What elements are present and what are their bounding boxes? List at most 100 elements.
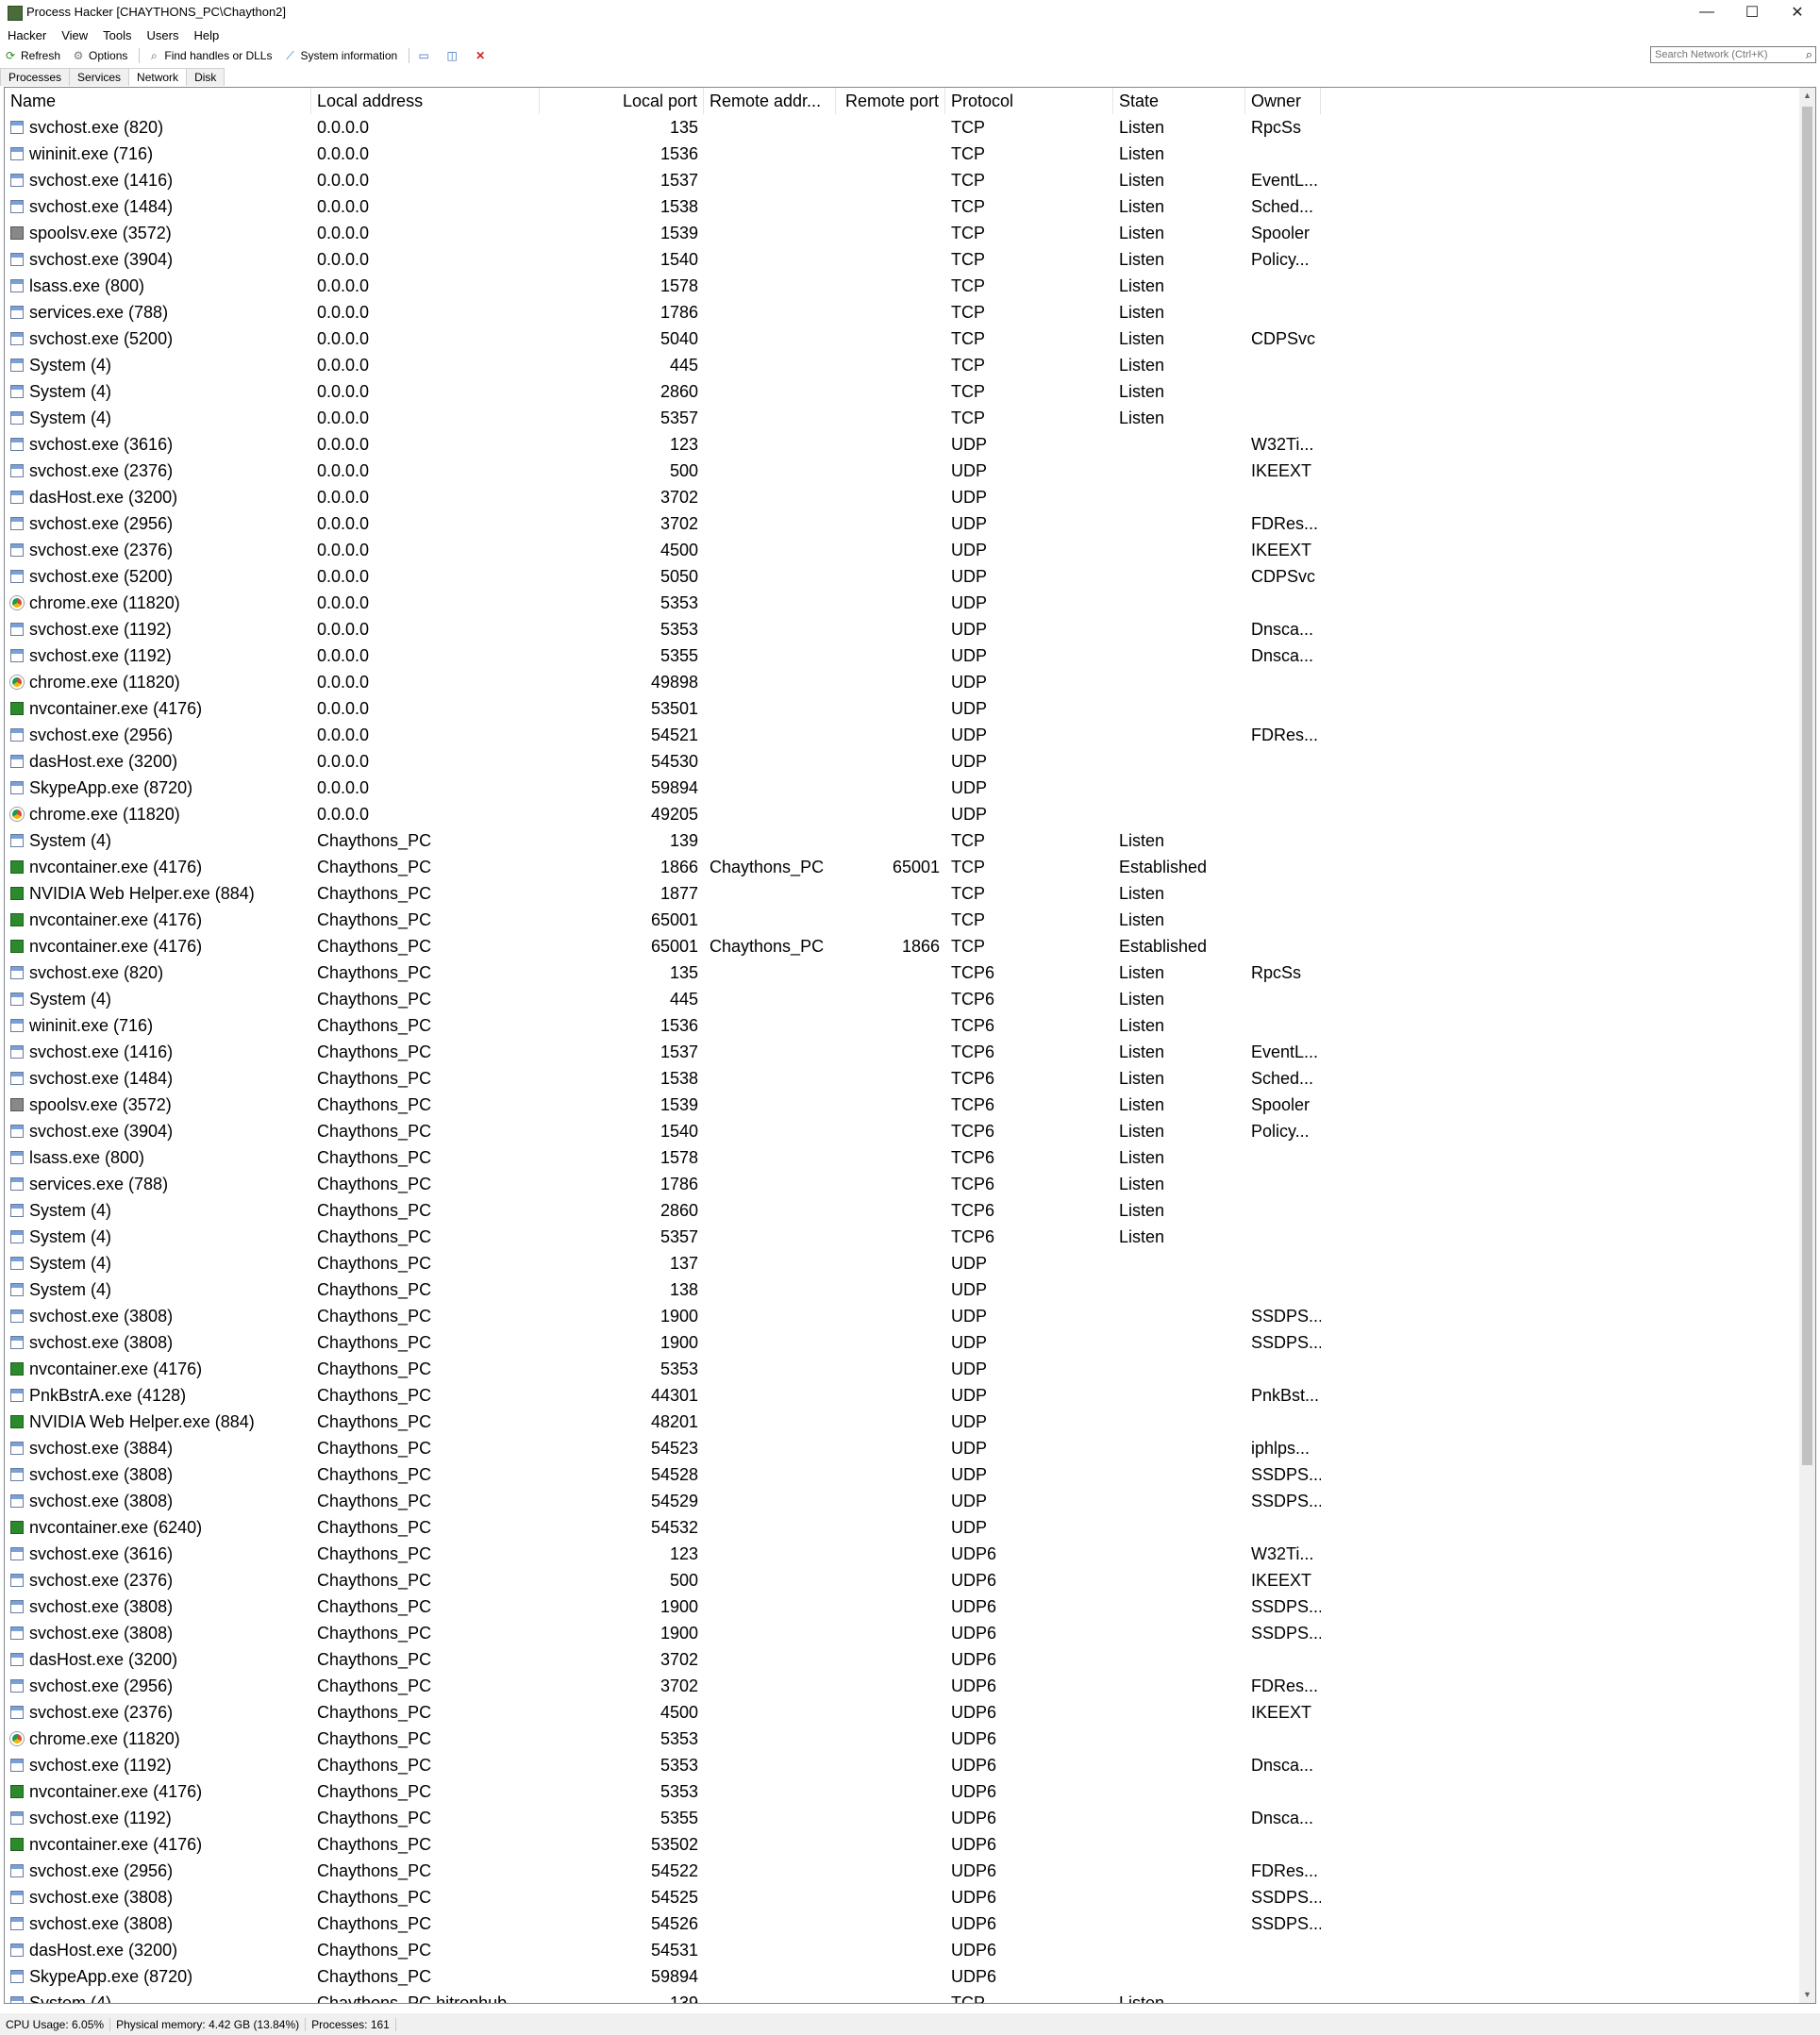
table-row[interactable]: svchost.exe (1484) 0.0.0.0 1538 TCP Listen Sc… — [5, 193, 1797, 220]
table-row[interactable]: System (4) Chaythons_PC 2860 TCP6 Listen — [5, 1197, 1797, 1224]
table-row[interactable]: nvcontainer.exe (4176) Chaythons_PC 5353 UD… — [5, 1356, 1797, 1382]
table-row[interactable]: wininit.exe (716) 0.0.0.0 1536 TCP Listen — [5, 141, 1797, 167]
table-row[interactable]: NVIDIA Web Helper.exe (884) Chaythons_PC 4… — [5, 1409, 1797, 1435]
table-row[interactable]: svchost.exe (2376) Chaythons_PC 500 UDP6 IKE… — [5, 1567, 1797, 1593]
table-row[interactable]: System (4) Chaythons_PC.hitronhub... 139 TC… — [5, 1990, 1797, 2003]
column-remote-port[interactable]: Remote port — [836, 88, 945, 114]
table-row[interactable]: SkypeApp.exe (8720) 0.0.0.0 59894 UDP — [5, 775, 1797, 801]
table-row[interactable]: svchost.exe (3808) Chaythons_PC 54525 UDP6 S… — [5, 1884, 1797, 1910]
table-row[interactable]: wininit.exe (716) Chaythons_PC 1536 TCP6 Lis… — [5, 1012, 1797, 1039]
tab-processes[interactable]: Processes — [0, 68, 71, 86]
table-row[interactable]: dasHost.exe (3200) 0.0.0.0 54530 UDP — [5, 748, 1797, 775]
table-row[interactable]: svchost.exe (2376) 0.0.0.0 4500 UDP IKEEXT — [5, 537, 1797, 563]
search-input[interactable] — [1650, 46, 1816, 63]
table-row[interactable]: svchost.exe (2956) 0.0.0.0 3702 UDP FDRes... — [5, 510, 1797, 537]
table-row[interactable]: svchost.exe (2376) Chaythons_PC 4500 UDP6 IK… — [5, 1699, 1797, 1726]
table-row[interactable]: svchost.exe (5200) 0.0.0.0 5050 UDP CDPSvc — [5, 563, 1797, 590]
table-row[interactable]: nvcontainer.exe (4176) Chaythons_PC 65001 C… — [5, 933, 1797, 959]
table-row[interactable]: svchost.exe (3808) Chaythons_PC 1900 UDP6 SS… — [5, 1620, 1797, 1646]
table-row[interactable]: svchost.exe (3616) 0.0.0.0 123 UDP W32Ti... — [5, 431, 1797, 458]
column-local-port[interactable]: Local port — [540, 88, 704, 114]
table-row[interactable]: services.exe (788) Chaythons_PC 1786 TCP6 Li… — [5, 1171, 1797, 1197]
network-list[interactable]: Name Local address Local port Remote add… — [4, 87, 1816, 2004]
table-row[interactable]: dasHost.exe (3200) Chaythons_PC 54531 UDP6 — [5, 1937, 1797, 1963]
table-row[interactable]: svchost.exe (2956) 0.0.0.0 54521 UDP FDRes..… — [5, 722, 1797, 748]
options-button[interactable]: ⚙ Options — [68, 49, 135, 62]
table-row[interactable]: dasHost.exe (3200) Chaythons_PC 3702 UDP6 — [5, 1646, 1797, 1673]
table-row[interactable]: nvcontainer.exe (4176) 0.0.0.0 53501 UDP — [5, 695, 1797, 722]
search-icon[interactable]: ⌕ — [1806, 47, 1812, 62]
tab-services[interactable]: Services — [69, 68, 130, 86]
table-row[interactable]: nvcontainer.exe (4176) Chaythons_PC 1866 Ch… — [5, 854, 1797, 880]
column-name[interactable]: Name — [5, 88, 311, 114]
table-row[interactable]: nvcontainer.exe (4176) Chaythons_PC 65001 T… — [5, 907, 1797, 933]
table-row[interactable]: System (4) Chaythons_PC 138 UDP — [5, 1276, 1797, 1303]
table-row[interactable]: nvcontainer.exe (4176) Chaythons_PC 5353 UD… — [5, 1778, 1797, 1805]
table-row[interactable]: chrome.exe (11820) 0.0.0.0 5353 UDP — [5, 590, 1797, 616]
menu-users[interactable]: Users — [140, 26, 187, 45]
vertical-scrollbar[interactable]: ▲ ▼ — [1799, 88, 1815, 2003]
table-row[interactable]: svchost.exe (3808) Chaythons_PC 54529 UDP SS… — [5, 1488, 1797, 1514]
maximize-button[interactable]: ☐ — [1729, 0, 1775, 25]
table-row[interactable]: dasHost.exe (3200) 0.0.0.0 3702 UDP — [5, 484, 1797, 510]
table-row[interactable]: spoolsv.exe (3572) 0.0.0.0 1539 TCP Listen Sp… — [5, 220, 1797, 246]
table-row[interactable]: spoolsv.exe (3572) Chaythons_PC 1539 TCP6 Li… — [5, 1092, 1797, 1118]
table-row[interactable]: svchost.exe (1192) Chaythons_PC 5355 UDP6 Dn… — [5, 1805, 1797, 1831]
find-handles-button[interactable]: ⌕ Find handles or DLLs — [143, 49, 279, 62]
table-row[interactable]: lsass.exe (800) Chaythons_PC 1578 TCP6 Liste… — [5, 1144, 1797, 1171]
table-row[interactable]: svchost.exe (2956) Chaythons_PC 3702 UDP6 FD… — [5, 1673, 1797, 1699]
table-row[interactable]: svchost.exe (820) Chaythons_PC 135 TCP6 List… — [5, 959, 1797, 986]
table-row[interactable]: svchost.exe (1192) Chaythons_PC 5353 UDP6 Dn… — [5, 1752, 1797, 1778]
close-button[interactable]: ✕ — [1775, 0, 1820, 25]
table-row[interactable]: svchost.exe (3616) Chaythons_PC 123 UDP6 W32… — [5, 1541, 1797, 1567]
system-information-button[interactable]: ⟋ System information — [279, 49, 405, 62]
scrollbar-thumb[interactable] — [1802, 107, 1812, 1465]
table-row[interactable]: services.exe (788) 0.0.0.0 1786 TCP Listen — [5, 299, 1797, 325]
menu-hacker[interactable]: Hacker — [0, 26, 54, 45]
column-local-address[interactable]: Local address — [311, 88, 540, 114]
table-row[interactable]: NVIDIA Web Helper.exe (884) Chaythons_PC 1… — [5, 880, 1797, 907]
scroll-down-icon[interactable]: ▼ — [1799, 1987, 1815, 2003]
column-protocol[interactable]: Protocol — [945, 88, 1113, 114]
table-row[interactable]: System (4) Chaythons_PC 445 TCP6 Listen — [5, 986, 1797, 1012]
scroll-up-icon[interactable]: ▲ — [1799, 88, 1815, 104]
table-row[interactable]: svchost.exe (3904) 0.0.0.0 1540 TCP Listen Po… — [5, 246, 1797, 273]
tab-disk[interactable]: Disk — [186, 68, 225, 86]
table-row[interactable]: System (4) Chaythons_PC 137 UDP — [5, 1250, 1797, 1276]
table-row[interactable]: nvcontainer.exe (6240) Chaythons_PC 54532 U… — [5, 1514, 1797, 1541]
column-state[interactable]: State — [1113, 88, 1245, 114]
table-row[interactable]: svchost.exe (820) 0.0.0.0 135 TCP Listen RpcS… — [5, 114, 1797, 141]
tab-network[interactable]: Network — [128, 68, 188, 86]
table-row[interactable]: System (4) 0.0.0.0 2860 TCP Listen — [5, 378, 1797, 405]
column-owner[interactable]: Owner — [1245, 88, 1321, 114]
table-row[interactable]: svchost.exe (1484) Chaythons_PC 1538 TCP6 Li… — [5, 1065, 1797, 1092]
menu-tools[interactable]: Tools — [95, 26, 139, 45]
table-row[interactable]: chrome.exe (11820) Chaythons_PC 5353 UDP6 — [5, 1726, 1797, 1752]
menu-help[interactable]: Help — [186, 26, 226, 45]
column-remote-address[interactable]: Remote addr... — [704, 88, 836, 114]
table-row[interactable]: chrome.exe (11820) 0.0.0.0 49898 UDP — [5, 669, 1797, 695]
table-row[interactable]: svchost.exe (3904) Chaythons_PC 1540 TCP6 Li… — [5, 1118, 1797, 1144]
table-row[interactable]: svchost.exe (3808) Chaythons_PC 1900 UDP SSD… — [5, 1329, 1797, 1356]
table-row[interactable]: chrome.exe (11820) 0.0.0.0 49205 UDP — [5, 801, 1797, 827]
window-view-button[interactable]: ▭ — [413, 49, 442, 62]
table-row[interactable]: System (4) 0.0.0.0 445 TCP Listen — [5, 352, 1797, 378]
table-row[interactable]: nvcontainer.exe (4176) Chaythons_PC 53502 U… — [5, 1831, 1797, 1858]
table-row[interactable]: svchost.exe (1416) Chaythons_PC 1537 TCP6 Li… — [5, 1039, 1797, 1065]
table-row[interactable]: SkypeApp.exe (8720) Chaythons_PC 59894 UDP6 — [5, 1963, 1797, 1990]
terminate-button[interactable]: ✕ — [470, 49, 498, 62]
refresh-button[interactable]: ⟳ Refresh — [0, 49, 68, 62]
menu-view[interactable]: View — [54, 26, 95, 45]
table-row[interactable]: svchost.exe (1192) 0.0.0.0 5355 UDP Dnsca... — [5, 642, 1797, 669]
table-row[interactable]: svchost.exe (3808) Chaythons_PC 1900 UDP SSD… — [5, 1303, 1797, 1329]
table-row[interactable]: System (4) Chaythons_PC 5357 TCP6 Listen — [5, 1224, 1797, 1250]
find-window-button[interactable]: ◫ — [442, 49, 470, 62]
minimize-button[interactable]: — — [1684, 0, 1729, 25]
table-row[interactable]: svchost.exe (2376) 0.0.0.0 500 UDP IKEEXT — [5, 458, 1797, 484]
table-row[interactable]: System (4) Chaythons_PC 139 TCP Listen — [5, 827, 1797, 854]
table-row[interactable]: svchost.exe (3808) Chaythons_PC 54526 UDP6 S… — [5, 1910, 1797, 1937]
table-row[interactable]: svchost.exe (3884) Chaythons_PC 54523 UDP ip… — [5, 1435, 1797, 1461]
table-row[interactable]: svchost.exe (3808) Chaythons_PC 54528 UDP SS… — [5, 1461, 1797, 1488]
table-row[interactable]: lsass.exe (800) 0.0.0.0 1578 TCP Listen — [5, 273, 1797, 299]
table-row[interactable]: svchost.exe (5200) 0.0.0.0 5040 TCP Listen CD… — [5, 325, 1797, 352]
